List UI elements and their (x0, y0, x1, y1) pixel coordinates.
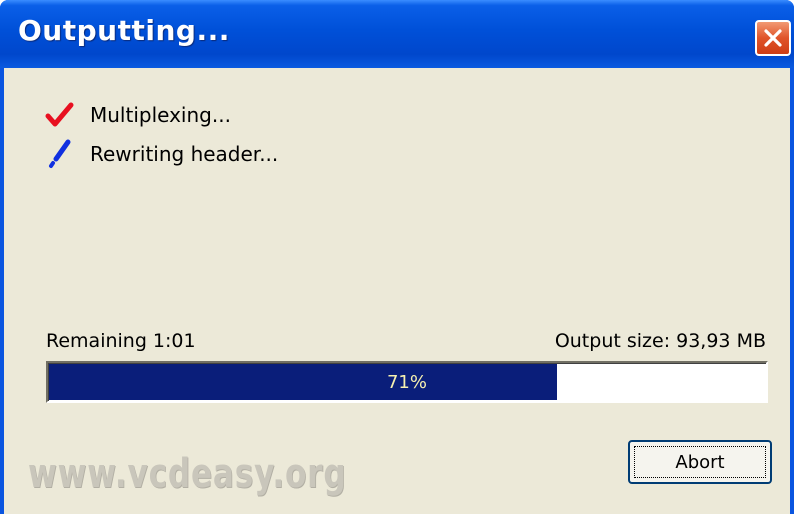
task-rewriting-header: Rewriting header... (44, 139, 278, 169)
progress-percent: 71% (386, 371, 427, 393)
title-bar[interactable]: Outputting... (0, 0, 794, 68)
outputting-dialog: Outputting... Multiplexing... Rewriting … (0, 0, 794, 514)
close-button[interactable] (755, 20, 791, 56)
dialog-body: Multiplexing... Rewriting header... Rema… (4, 68, 790, 514)
remaining-time: Remaining 1:01 (46, 330, 196, 352)
close-icon (764, 29, 782, 47)
task-multiplexing: Multiplexing... (44, 100, 231, 130)
focus-rectangle (634, 446, 766, 478)
progress-bar: 71% (46, 361, 768, 403)
red-checkmark-icon (44, 100, 76, 130)
blue-pen-icon (44, 139, 76, 169)
output-size: Output size: 93,93 MB (554, 330, 766, 352)
task-label: Rewriting header... (90, 142, 279, 166)
window-title: Outputting... (18, 14, 230, 47)
watermark: www.vcdeasy.org (28, 451, 347, 497)
abort-button[interactable]: Abort (628, 440, 772, 484)
task-label: Multiplexing... (90, 103, 231, 127)
